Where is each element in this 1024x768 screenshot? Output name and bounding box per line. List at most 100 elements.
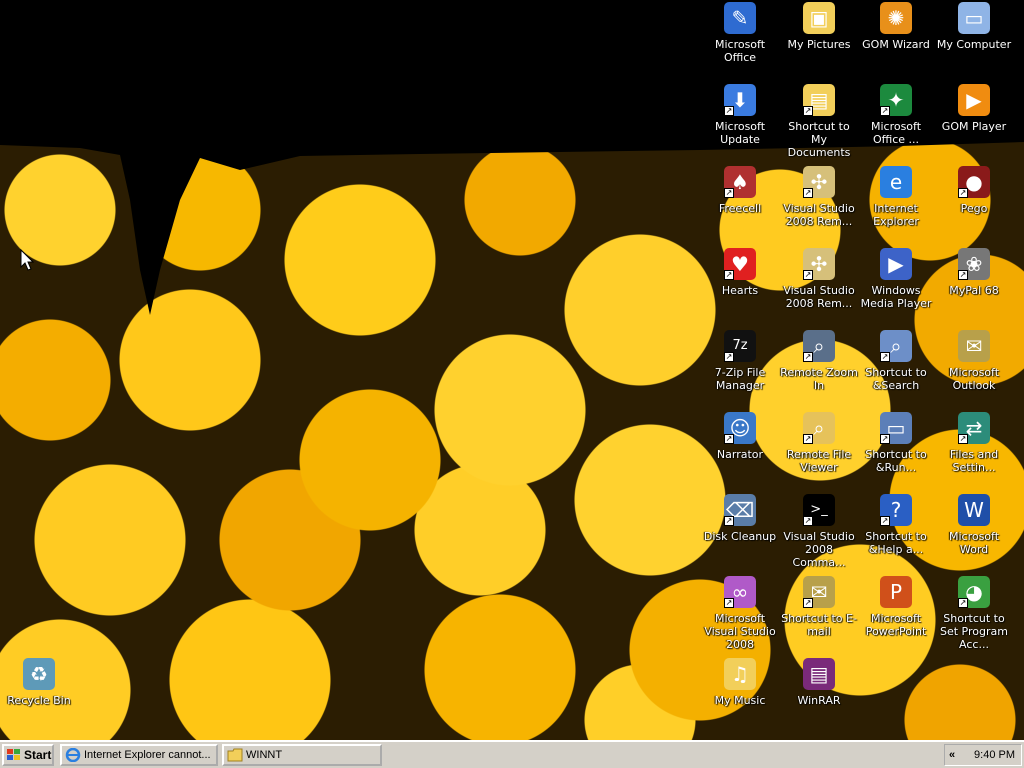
shortcut-arrow-icon: ↗ [724, 434, 734, 444]
desktop-icon-label: Recycle Bin [7, 694, 71, 707]
desktop-icon-documents-folder[interactable]: ▤ ↗ Shortcut to My Documents [780, 84, 858, 159]
shortcut-arrow-icon: ↗ [880, 434, 890, 444]
desktop-icon-disk-cleanup[interactable]: ⌫ ↗ Disk Cleanup [701, 494, 779, 543]
shortcut-arrow-icon: ↗ [958, 188, 968, 198]
shortcut-arrow-icon: ↗ [724, 188, 734, 198]
desktop-icon-recycle-bin[interactable]: ♻ Recycle Bin [0, 658, 78, 707]
desktop-icon-pictures-folder[interactable]: ▣ My Pictures [780, 2, 858, 51]
visual-studio-icon: ✣ ↗ [803, 248, 835, 280]
desktop-icon-computer[interactable]: ▭ My Computer [935, 2, 1013, 51]
desktop-icon-office[interactable]: ✎ Microsoft Office [701, 2, 779, 64]
task-label: Internet Explorer cannot... [84, 749, 211, 761]
narrator-icon: ☺ ↗ [724, 412, 756, 444]
office-icon: ✎ [724, 2, 756, 34]
desktop-icon-label: Remote Zoom In [780, 366, 858, 392]
desktop-icon-label: Freecell [718, 202, 762, 215]
task-button-internet-explorer[interactable]: Internet Explorer cannot... [60, 744, 218, 766]
desktop-icon-remote-zoom[interactable]: ⌕ ↗ Remote Zoom In [780, 330, 858, 392]
shortcut-arrow-icon: ↗ [803, 270, 813, 280]
desktop-icon-gom-wizard[interactable]: ✺ GOM Wizard [857, 2, 935, 51]
music-folder-icon: ♫ [724, 658, 756, 690]
desktop-icon-label: My Pictures [787, 38, 851, 51]
desktop-icon-gom-player[interactable]: ▶ GOM Player [935, 84, 1013, 133]
desktop-icon-narrator[interactable]: ☺ ↗ Narrator [701, 412, 779, 461]
shortcut-arrow-icon: ↗ [724, 516, 734, 526]
desktop-icon-label: Windows Media Player [860, 284, 932, 310]
media-player-icon: ▶ [880, 248, 912, 280]
start-button[interactable]: Start [2, 744, 54, 766]
desktop-icon-label: Hearts [721, 284, 759, 297]
desktop-icon-label: Shortcut to &Search [865, 366, 927, 392]
desktop-icon-label: GOM Player [941, 120, 1007, 133]
desktop-icon-office-tools[interactable]: ✦ ↗ Microsoft Office ... [857, 84, 935, 146]
desktop-icon-label: GOM Wizard [862, 38, 930, 51]
desktop-icon-winrar[interactable]: ▤ WinRAR [780, 658, 858, 707]
mypal-icon: ❀ ↗ [958, 248, 990, 280]
desktop-icon-label: WinRAR [797, 694, 841, 707]
shortcut-arrow-icon: ↗ [724, 106, 734, 116]
hearts-icon: ♥ ↗ [724, 248, 756, 280]
visual-studio-icon: ∞ ↗ [724, 576, 756, 608]
desktop-icon-help[interactable]: ? ↗ Shortcut to &Help a... [857, 494, 935, 556]
documents-folder-icon: ▤ ↗ [803, 84, 835, 116]
desktop-icon-email[interactable]: ✉ ↗ Shortcut to E-mail [780, 576, 858, 638]
file-viewer-icon: ⌕ ↗ [803, 412, 835, 444]
remote-zoom-icon: ⌕ ↗ [803, 330, 835, 362]
desktop-icon-outlook[interactable]: ✉ Microsoft Outlook [935, 330, 1013, 392]
desktop[interactable]: ✎ Microsoft Office ▣ My Pictures ✺ GOM Wizard… [0, 0, 1024, 740]
pictures-folder-icon: ▣ [803, 2, 835, 34]
desktop-icon-music-folder[interactable]: ♫ My Music [701, 658, 779, 707]
desktop-icon-media-player[interactable]: ▶ Windows Media Player [857, 248, 935, 310]
task-button-winnt[interactable]: WINNT [222, 744, 382, 766]
folder-icon [227, 748, 243, 762]
desktop-icon-7zip[interactable]: 7z ↗ 7-Zip File Manager [701, 330, 779, 392]
desktop-icon-pego[interactable]: ● ↗ Pego [935, 166, 1013, 215]
internet-explorer-icon: e [880, 166, 912, 198]
shortcut-arrow-icon: ↗ [724, 352, 734, 362]
desktop-icon-freecell[interactable]: ♠ ↗ Freecell [701, 166, 779, 215]
run-icon: ▭ ↗ [880, 412, 912, 444]
desktop-icon-grid: ✎ Microsoft Office ▣ My Pictures ✺ GOM Wizard… [0, 0, 1024, 740]
email-icon: ✉ ↗ [803, 576, 835, 608]
tray-expand-button[interactable]: « [949, 745, 955, 765]
desktop-icon-visual-studio[interactable]: ✣ ↗ Visual Studio 2008 Rem... [780, 248, 858, 310]
desktop-icon-visual-studio[interactable]: ✣ ↗ Visual Studio 2008 Rem... [780, 166, 858, 228]
desktop-icon-internet-explorer[interactable]: e Internet Explorer [857, 166, 935, 228]
visual-studio-icon: ✣ ↗ [803, 166, 835, 198]
shortcut-arrow-icon: ↗ [803, 434, 813, 444]
desktop-icon-set-program-access[interactable]: ◕ ↗ Shortcut to Set Program Acc... [935, 576, 1013, 651]
shortcut-arrow-icon: ↗ [880, 352, 890, 362]
desktop-icon-word[interactable]: W Microsoft Word [935, 494, 1013, 556]
desktop-icon-label: Disk Cleanup [703, 530, 777, 543]
taskbar: Start Internet Explorer cannot... WINNT … [0, 740, 1024, 768]
desktop-icon-search[interactable]: ⌕ ↗ Shortcut to &Search [857, 330, 935, 392]
shortcut-arrow-icon: ↗ [803, 516, 813, 526]
shortcut-arrow-icon: ↗ [880, 516, 890, 526]
desktop-icon-label: Shortcut to &Run... [865, 448, 927, 474]
files-settings-icon: ⇄ ↗ [958, 412, 990, 444]
desktop-icon-mypal[interactable]: ❀ ↗ MyPal 68 [935, 248, 1013, 297]
clock[interactable]: 9:40 PM [974, 745, 1015, 765]
desktop-icon-files-settings[interactable]: ⇄ ↗ Files and Settin... [935, 412, 1013, 474]
desktop-icon-command-prompt[interactable]: >_ ↗ Visual Studio 2008 Comma... [780, 494, 858, 569]
shortcut-arrow-icon: ↗ [724, 270, 734, 280]
desktop-icon-update[interactable]: ⬇ ↗ Microsoft Update [701, 84, 779, 146]
desktop-icon-run[interactable]: ▭ ↗ Shortcut to &Run... [857, 412, 935, 474]
shortcut-arrow-icon: ↗ [803, 106, 813, 116]
help-icon: ? ↗ [880, 494, 912, 526]
freecell-icon: ♠ ↗ [724, 166, 756, 198]
task-label: WINNT [246, 749, 283, 761]
shortcut-arrow-icon: ↗ [958, 270, 968, 280]
gom-player-icon: ▶ [958, 84, 990, 116]
word-icon: W [958, 494, 990, 526]
desktop-icon-hearts[interactable]: ♥ ↗ Hearts [701, 248, 779, 297]
desktop-icon-label: Microsoft Visual Studio 2008 [704, 612, 776, 651]
start-label: Start [24, 748, 52, 762]
windows-logo-icon [7, 749, 20, 760]
desktop-icon-powerpoint[interactable]: P Microsoft PowerPoint [857, 576, 935, 638]
desktop-icon-label: Shortcut to My Documents [787, 120, 851, 159]
desktop-icon-visual-studio[interactable]: ∞ ↗ Microsoft Visual Studio 2008 [701, 576, 779, 651]
shortcut-arrow-icon: ↗ [880, 106, 890, 116]
shortcut-arrow-icon: ↗ [803, 188, 813, 198]
desktop-icon-file-viewer[interactable]: ⌕ ↗ Remote File Viewer [780, 412, 858, 474]
